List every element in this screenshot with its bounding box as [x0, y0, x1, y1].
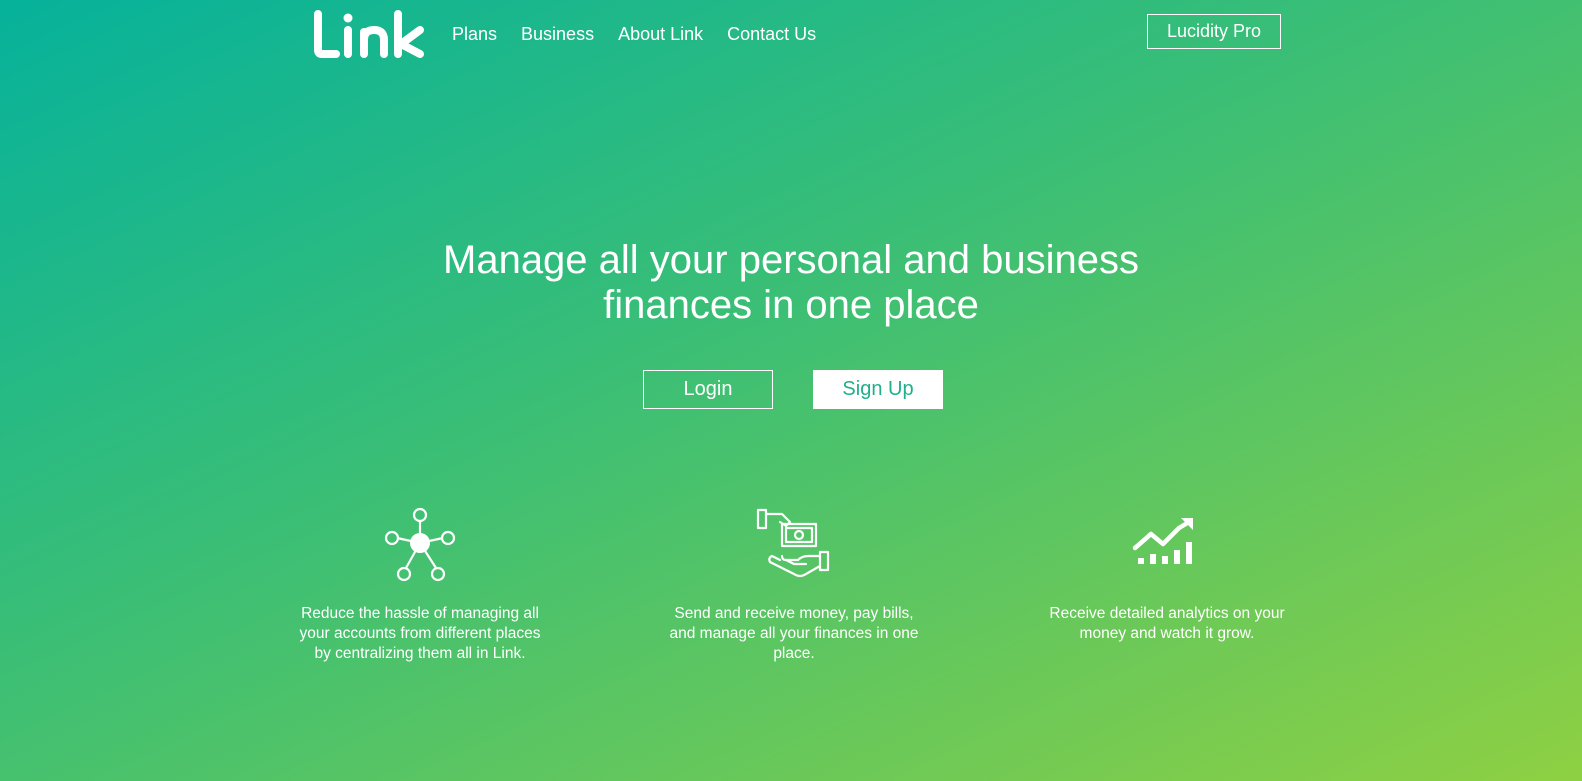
- growth-chart-icon: [1132, 518, 1193, 564]
- feature-analytics: Receive detailed analytics on your money…: [1037, 508, 1297, 644]
- hero-title: Manage all your personal and business fi…: [0, 238, 1582, 328]
- nav-business-link[interactable]: Business: [521, 24, 594, 45]
- feature-centralize: Reduce the hassle of managing all your a…: [290, 508, 550, 664]
- nav-plans-link[interactable]: Plans: [452, 24, 497, 45]
- link-logo[interactable]: [310, 10, 428, 60]
- login-button[interactable]: Login: [643, 370, 773, 409]
- lucidity-pro-button[interactable]: Lucidity Pro: [1147, 14, 1281, 49]
- hand-money-icon: [756, 508, 830, 578]
- main-nav: Plans Business About Link Contact Us: [452, 24, 840, 45]
- nav-about-link[interactable]: About Link: [618, 24, 703, 45]
- feature-payments: Send and receive money, pay bills, and m…: [664, 508, 924, 664]
- feature-centralize-text: Reduce the hassle of managing all your a…: [299, 605, 541, 662]
- nav-contact-link[interactable]: Contact Us: [727, 24, 816, 45]
- hero-title-line-2: finances in one place: [603, 283, 979, 327]
- top-navigation: Plans Business About Link Contact Us Luc…: [0, 0, 1582, 70]
- network-hub-icon: [384, 508, 456, 582]
- hero-title-line-1: Manage all your personal and business: [443, 238, 1139, 282]
- feature-analytics-text: Receive detailed analytics on your money…: [1049, 605, 1285, 642]
- signup-button[interactable]: Sign Up: [813, 370, 943, 409]
- feature-payments-text: Send and receive money, pay bills, and m…: [669, 605, 919, 662]
